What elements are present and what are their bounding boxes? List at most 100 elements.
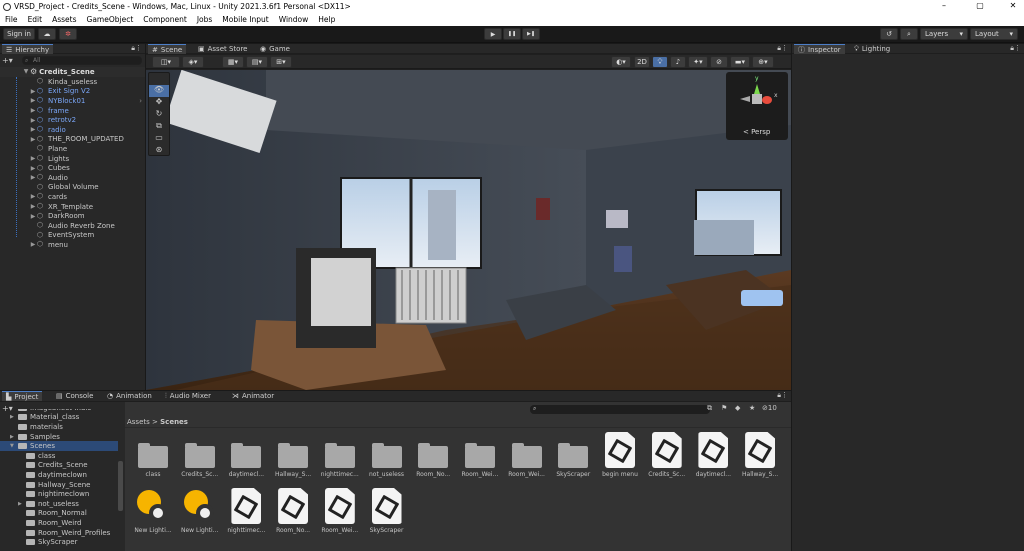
cloud-icon[interactable]: ☁ — [38, 28, 56, 40]
tab-lighting[interactable]: 💡︎ Lighting — [850, 44, 894, 54]
project-tree-item[interactable]: Room_Normal — [0, 509, 118, 519]
menu-component[interactable]: Component — [138, 14, 192, 26]
hierarchy-item[interactable]: ▶ ⬡ Lights — [0, 154, 145, 164]
menu-assets[interactable]: Assets — [47, 14, 81, 26]
perspective-label[interactable]: < Persp — [743, 128, 770, 136]
asset-item-folder[interactable]: Credits_Sc... — [178, 432, 222, 478]
visibility-toggle-icon[interactable]: ⊘ — [710, 56, 728, 68]
rotate-tool-icon[interactable]: ↻ — [149, 109, 169, 121]
camera-dropdown[interactable]: ▬▾ — [730, 56, 750, 68]
layout-dropdown[interactable]: Layout ▾ — [970, 28, 1018, 40]
hierarchy-scene-row[interactable]: ▼ ⚙ Credits_Scene — [0, 67, 145, 77]
toggle-2d-button[interactable]: 2D — [634, 56, 650, 68]
project-tree-item[interactable]: materials — [0, 422, 118, 432]
project-tree-item[interactable]: Hallway_Scene — [0, 480, 118, 490]
tab-inspector[interactable]: ⓘ Inspector — [794, 44, 845, 54]
project-tree-item[interactable]: daytimeclown — [0, 470, 118, 480]
hidden-packages-icon[interactable]: ⊘10 — [762, 404, 777, 412]
render-mode-dropdown[interactable]: ◈▾ — [182, 56, 204, 68]
menu-mobile-input[interactable]: Mobile Input — [217, 14, 273, 26]
sign-in-button[interactable]: Sign in — [3, 28, 35, 40]
filter-label-icon[interactable]: ⚑ — [721, 404, 727, 412]
pause-button[interactable]: ❚❚ — [503, 28, 521, 40]
view-tool-eye-icon[interactable]: 👁︎ — [149, 85, 169, 97]
asset-item-folder[interactable]: not_useless — [365, 432, 409, 478]
history-icon[interactable]: ↺ — [880, 28, 898, 40]
hierarchy-item[interactable]: ▶ ⬡ retrotv2 — [0, 115, 145, 125]
more-menu-icon[interactable]: ⋮ — [135, 44, 142, 52]
expand-arrow-icon[interactable]: ▶ — [29, 97, 37, 104]
rect-tool-icon[interactable]: ▭ — [149, 133, 169, 145]
expand-arrow-icon[interactable]: ▶ — [29, 155, 37, 162]
asset-item-scene[interactable]: daytimecl... — [691, 432, 735, 478]
tab-animation[interactable]: ◔ Animation — [103, 391, 156, 401]
collab-icon[interactable]: ✲ — [59, 28, 77, 40]
project-tree-item[interactable]: ▶ Material_class — [0, 413, 118, 423]
transform-tool-icon[interactable]: ⊛ — [149, 145, 169, 157]
tab-audio-mixer[interactable]: ⫶ Audio Mixer — [161, 391, 215, 401]
expand-arrow-icon[interactable]: ▶ — [29, 203, 37, 210]
tag-icon[interactable]: ◆ — [735, 404, 740, 412]
step-button[interactable]: ▶❚ — [522, 28, 540, 40]
grid-snap-dropdown[interactable]: ▦▾ — [222, 56, 244, 68]
asset-item-scene[interactable]: Credits_Sc... — [645, 432, 689, 478]
asset-item-scene[interactable]: Hallway_S... — [738, 432, 782, 478]
minimize-button[interactable]: – — [934, 1, 954, 10]
tab-scene[interactable]: # Scene — [148, 44, 187, 54]
project-tree-item[interactable]: ▼ Scenes — [0, 441, 118, 451]
expand-arrow-icon[interactable]: ▶ — [29, 193, 37, 200]
asset-item-light[interactable]: New Lighti... — [131, 488, 175, 534]
scale-tool-icon[interactable]: ⧉ — [149, 121, 169, 133]
more-menu-icon[interactable]: ⋮ — [781, 391, 788, 399]
draw-mode-dropdown[interactable]: ◫▾ — [152, 56, 180, 68]
more-menu-icon[interactable]: ⋮ — [1014, 44, 1021, 52]
asset-item-scene[interactable]: Room_Wei... — [318, 488, 362, 534]
hierarchy-item[interactable]: ⬡ Global Volume — [0, 183, 145, 193]
project-tree-item[interactable]: Room_Weird — [0, 518, 118, 528]
hierarchy-item[interactable]: ▶ ⬡ Exit Sign V2 — [0, 87, 145, 97]
project-tree-item[interactable]: Room_Weird_Profiles — [0, 528, 118, 538]
expand-arrow-icon[interactable]: ▶ — [10, 434, 18, 440]
menu-help[interactable]: Help — [313, 14, 340, 26]
play-button[interactable]: ▶ — [484, 28, 502, 40]
effects-dropdown[interactable]: ✦▾ — [688, 56, 708, 68]
tab-game[interactable]: ◉ Game — [256, 44, 294, 54]
tab-animator[interactable]: ⋊ Animator — [228, 391, 278, 401]
search-icon[interactable]: ⌕ — [900, 28, 918, 40]
asset-item-scene[interactable]: begin menu — [598, 432, 642, 478]
gizmo-x-axis-icon[interactable] — [762, 96, 772, 104]
increment-snap-dropdown[interactable]: ▤▾ — [246, 56, 268, 68]
expand-arrow-icon[interactable]: ▶ — [29, 136, 37, 143]
hierarchy-item[interactable]: ⬡ Kinda_useless — [0, 77, 145, 87]
menu-edit[interactable]: Edit — [23, 14, 48, 26]
hierarchy-item[interactable]: ▶ ⬡ DarkRoom — [0, 211, 145, 221]
snap-settings-dropdown[interactable]: ⊞▾ — [270, 56, 292, 68]
menu-jobs[interactable]: Jobs — [192, 14, 217, 26]
more-menu-icon[interactable]: ⋮ — [781, 44, 788, 52]
project-tree-item[interactable]: ▶ not_useless — [0, 499, 118, 509]
expand-arrow-icon[interactable]: ▶ — [10, 414, 18, 420]
menu-window[interactable]: Window — [274, 14, 314, 26]
tab-console[interactable]: ▤ Console — [52, 391, 97, 401]
tab-project[interactable]: ▙ Project — [2, 391, 43, 401]
hierarchy-item[interactable]: ▶ ⬡ Cubes — [0, 163, 145, 173]
favorite-star-icon[interactable]: ★ — [749, 404, 755, 412]
orientation-gizmo[interactable]: y x < Persp — [726, 72, 788, 140]
asset-item-folder[interactable]: class — [131, 432, 175, 478]
hierarchy-item[interactable]: ▶ ⬡ radio — [0, 125, 145, 135]
filter-type-icon[interactable]: ⧉ — [707, 404, 712, 413]
breadcrumb-scenes[interactable]: Scenes — [160, 418, 188, 426]
expand-arrow-icon[interactable]: ▶ — [29, 213, 37, 220]
expand-arrow-icon[interactable]: ▶ — [29, 117, 37, 124]
asset-item-folder[interactable]: Room_No... — [411, 432, 455, 478]
project-tree-item[interactable]: SkyScraper — [0, 537, 118, 547]
tab-hierarchy[interactable]: ☰ Hierarchy — [2, 44, 54, 54]
hierarchy-search-input[interactable]: ⌕ All — [22, 56, 142, 65]
shading-mode-dropdown[interactable]: ◐▾ — [611, 56, 631, 68]
asset-item-light[interactable]: New Lighti... — [178, 488, 222, 534]
maximize-button[interactable]: ▢ — [970, 1, 990, 10]
move-tool-icon[interactable]: ✥ — [149, 97, 169, 109]
asset-item-scene[interactable]: Room_No... — [271, 488, 315, 534]
breadcrumb-assets[interactable]: Assets — [127, 418, 150, 426]
asset-item-folder[interactable]: Room_Wei... — [505, 432, 549, 478]
